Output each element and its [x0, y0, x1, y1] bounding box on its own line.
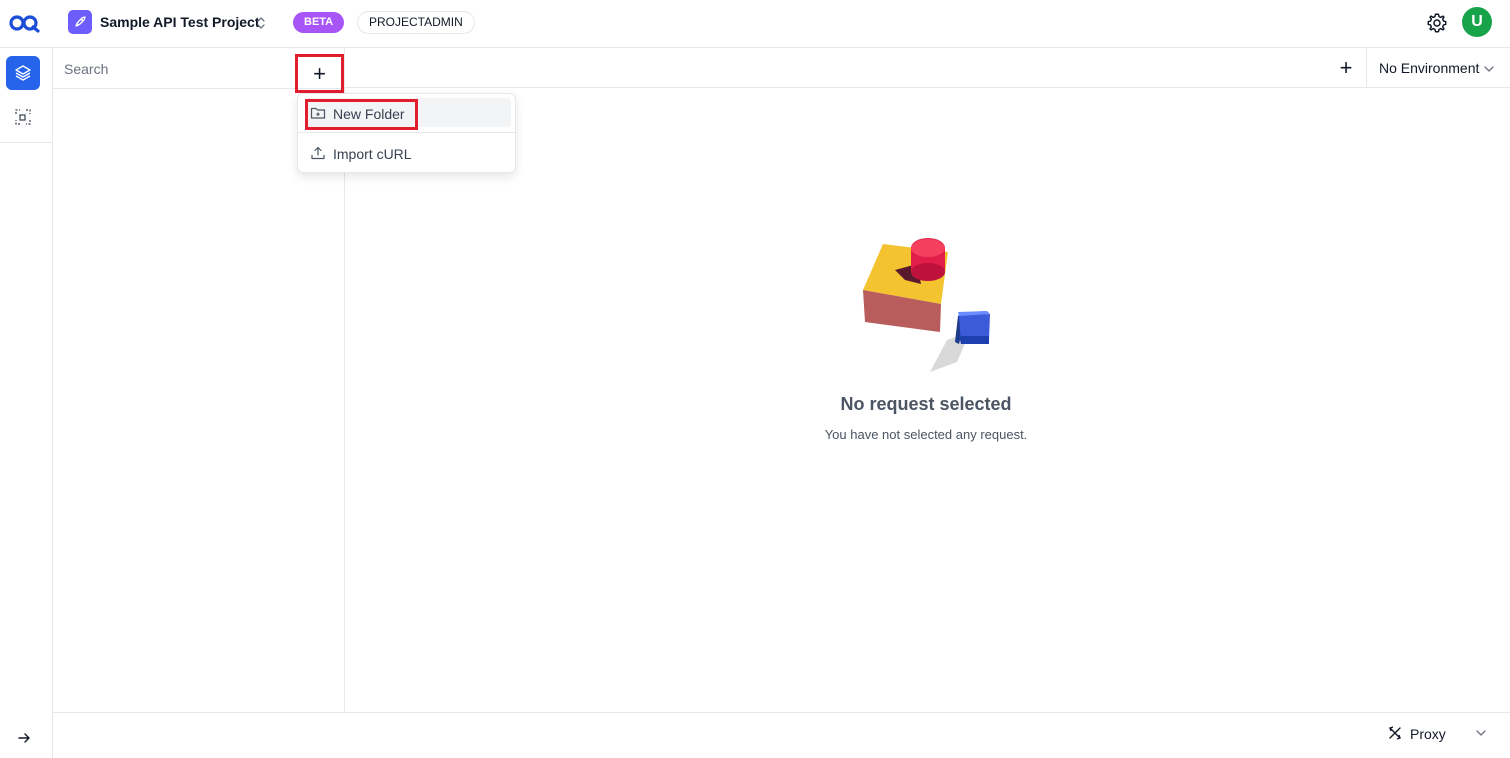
menu-item-import-curl[interactable]: Import cURL [333, 146, 412, 162]
proxy-icon [1389, 726, 1401, 740]
settings-gear-icon[interactable] [1426, 12, 1448, 34]
menu-divider [298, 132, 515, 133]
empty-state-illustration [863, 238, 990, 372]
expand-arrow-icon[interactable] [14, 728, 34, 748]
annotation-highlight-box [305, 99, 418, 130]
environment-select[interactable]: No Environment [1379, 60, 1479, 76]
new-request-tab-button[interactable]: + [1336, 55, 1356, 80]
role-badge: PROJECTADMIN [357, 11, 475, 34]
upload-icon [311, 146, 325, 160]
project-rocket-icon[interactable] [68, 10, 92, 34]
footer-bar [53, 712, 1510, 758]
environment-divider [1366, 48, 1367, 88]
environments-icon[interactable] [12, 106, 34, 128]
rail-divider [0, 142, 52, 143]
beta-badge: BETA [293, 12, 345, 33]
project-switch-chevrons-icon[interactable] [254, 13, 268, 33]
user-avatar[interactable]: U [1462, 7, 1492, 37]
tabs-header-divider [345, 87, 1510, 88]
app-logo-icon[interactable] [8, 12, 40, 34]
empty-state-title: No request selected [840, 394, 1012, 414]
chevron-down-icon[interactable] [1482, 62, 1496, 76]
proxy-label[interactable]: Proxy [1410, 726, 1446, 742]
collections-layers-icon[interactable] [6, 56, 40, 90]
project-name[interactable]: Sample API Test Project [100, 14, 260, 30]
add-collection-button[interactable]: + [295, 54, 344, 93]
search-input[interactable] [64, 59, 274, 79]
proxy-chevron-down-icon[interactable] [1474, 726, 1488, 740]
empty-state-subtitle: You have not selected any request. [824, 427, 1028, 442]
